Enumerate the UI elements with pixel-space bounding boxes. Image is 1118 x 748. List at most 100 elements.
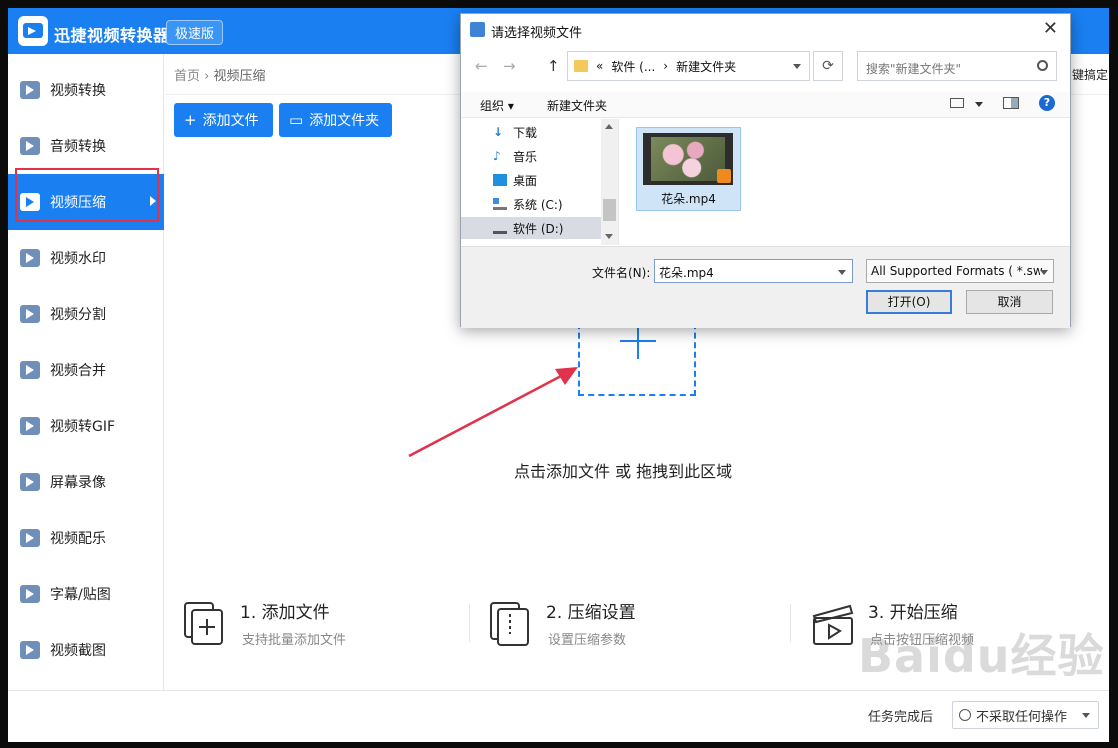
search-icon (1037, 60, 1048, 71)
address-part[interactable]: 软件 (... (611, 58, 655, 75)
dialog-app-icon (470, 22, 485, 37)
plus-icon: + (184, 111, 197, 129)
sidebar-item-video-convert[interactable]: 视频转换 (8, 62, 164, 118)
clock-icon (959, 709, 971, 721)
video-convert-icon (20, 81, 40, 99)
chevron-down-icon (1082, 713, 1090, 718)
video-merge-icon (20, 361, 40, 379)
video-thumbnail (643, 133, 733, 185)
after-task-label: 任务完成后 (868, 710, 934, 725)
refresh-icon: ⟳ (822, 58, 834, 74)
screen-record-icon (20, 473, 40, 491)
sidebar-item-label: 字幕/贴图 (50, 587, 111, 603)
address-bar[interactable]: « 软件 (... › 新建文件夹 (567, 51, 810, 81)
search-input[interactable]: 搜索"新建文件夹" (857, 51, 1057, 81)
gif-icon (20, 417, 40, 435)
video-watermark-icon (20, 249, 40, 267)
plus-icon-vertical (637, 323, 639, 359)
dialog-footer: 文件名(N): 花朵.mp4 All Supported Formats ( *… (461, 246, 1070, 328)
view-mode-icon[interactable] (950, 98, 964, 108)
add-file-button[interactable]: + 添加文件 (174, 103, 273, 137)
sidebar-item-video-screenshot[interactable]: 视频截图 (8, 622, 164, 678)
tree-item-label: 桌面 (513, 173, 538, 188)
open-button[interactable]: 打开(O) (866, 290, 952, 314)
preview-pane-icon[interactable] (1003, 97, 1019, 109)
sidebar-item-label: 视频压缩 (50, 195, 106, 211)
chevron-down-icon[interactable] (838, 270, 846, 275)
address-prefix: « (596, 59, 604, 73)
step-title: 2. 压缩设置 (546, 603, 636, 623)
download-icon: ↓ (493, 125, 504, 139)
file-list: 花朵.mp4 (621, 119, 1071, 245)
flower-image (651, 137, 725, 181)
sidebar-item-label: 视频配乐 (50, 531, 106, 547)
cancel-button[interactable]: 取消 (966, 290, 1053, 314)
breadcrumb-separator: › (204, 69, 210, 84)
sidebar-item-video-compress[interactable]: 视频压缩 (8, 174, 164, 230)
sidebar-item-subtitle-sticker[interactable]: 字幕/贴图 (8, 566, 164, 622)
file-name: 花朵.mp4 (661, 192, 716, 206)
back-arrow-icon[interactable]: ← (475, 57, 488, 75)
search-placeholder: 搜索"新建文件夹" (866, 62, 962, 76)
close-icon[interactable]: ✕ (1043, 18, 1058, 39)
add-folder-button[interactable]: ▭ 添加文件夹 (279, 103, 392, 137)
folder-icon (574, 60, 588, 72)
chevron-down-icon[interactable] (975, 102, 983, 107)
filename-value: 花朵.mp4 (659, 266, 714, 280)
tree-item-drive-c[interactable]: 系统 (C:) (493, 193, 563, 215)
app-logo-icon (18, 16, 48, 46)
sidebar-item-video-merge[interactable]: 视频合并 (8, 342, 164, 398)
scroll-thumb[interactable] (603, 199, 616, 221)
file-item[interactable]: 花朵.mp4 (636, 127, 741, 211)
divider (790, 604, 791, 642)
sidebar-item-label: 视频截图 (50, 643, 106, 659)
tree-item-music[interactable]: ♪ 音乐 (493, 145, 537, 167)
tree-item-downloads[interactable]: ↓ 下载 (493, 121, 537, 143)
file-type-value: All Supported Formats ( *.sw (871, 264, 1043, 278)
drive-icon (493, 222, 507, 234)
sidebar-item-label: 视频转换 (50, 83, 106, 99)
step-title: 1. 添加文件 (240, 603, 330, 623)
refresh-button[interactable]: ⟳ (813, 51, 843, 81)
video-split-icon (20, 305, 40, 323)
sidebar-item-video-to-gif[interactable]: 视频转GIF (8, 398, 164, 454)
sidebar-item-video-watermark[interactable]: 视频水印 (8, 230, 164, 286)
forward-arrow-icon[interactable]: → (503, 57, 516, 75)
scroll-up-icon[interactable] (605, 124, 613, 129)
music-icon: ♪ (493, 149, 501, 163)
sidebar-item-screen-record[interactable]: 屏幕录像 (8, 454, 164, 510)
tree-scrollbar[interactable] (601, 119, 618, 245)
video-compress-icon (20, 193, 40, 211)
help-icon[interactable]: ? (1039, 95, 1055, 111)
tree-item-drive-d[interactable]: 软件 (D:) (461, 217, 601, 239)
sidebar-item-label: 视频转GIF (50, 419, 116, 435)
file-type-select[interactable]: All Supported Formats ( *.sw (866, 259, 1054, 283)
sidebar-item-video-music[interactable]: 视频配乐 (8, 510, 164, 566)
new-folder-button[interactable]: 新建文件夹 (547, 97, 607, 114)
caret-right-icon (150, 196, 156, 206)
address-part[interactable]: 新建文件夹 (676, 58, 736, 75)
clapperboard-icon (812, 604, 854, 645)
truncated-text: 键搞定 (1072, 68, 1109, 82)
breadcrumb-home[interactable]: 首页 (174, 69, 200, 84)
add-folder-label: 添加文件夹 (309, 113, 380, 129)
up-arrow-icon[interactable]: ↑ (547, 57, 560, 75)
screenshot-icon (20, 641, 40, 659)
chevron-down-icon (1040, 270, 1048, 275)
divider (469, 604, 470, 642)
step-add-file: 1. 添加文件 支持批量添加文件 (182, 598, 442, 658)
folder-tree: ↓ 下载 ♪ 音乐 桌面 系统 (C:) 软件 (D:) (461, 119, 619, 245)
chevron-down-icon[interactable] (793, 64, 801, 69)
filename-input[interactable]: 花朵.mp4 (654, 259, 853, 283)
after-task-select[interactable]: 不采取任何操作 (952, 701, 1099, 729)
address-separator: › (663, 59, 669, 73)
sidebar-item-video-split[interactable]: 视频分割 (8, 286, 164, 342)
tree-item-label: 音乐 (513, 149, 538, 164)
sidebar-item-audio-convert[interactable]: 音频转换 (8, 118, 164, 174)
edition-badge: 极速版 (166, 20, 224, 45)
sidebar-item-label: 屏幕录像 (50, 475, 106, 491)
folder-icon: ▭ (289, 111, 304, 129)
scroll-down-icon[interactable] (605, 234, 613, 239)
tree-item-desktop[interactable]: 桌面 (493, 169, 537, 191)
organize-menu[interactable]: 组织 ▾ (480, 97, 514, 114)
